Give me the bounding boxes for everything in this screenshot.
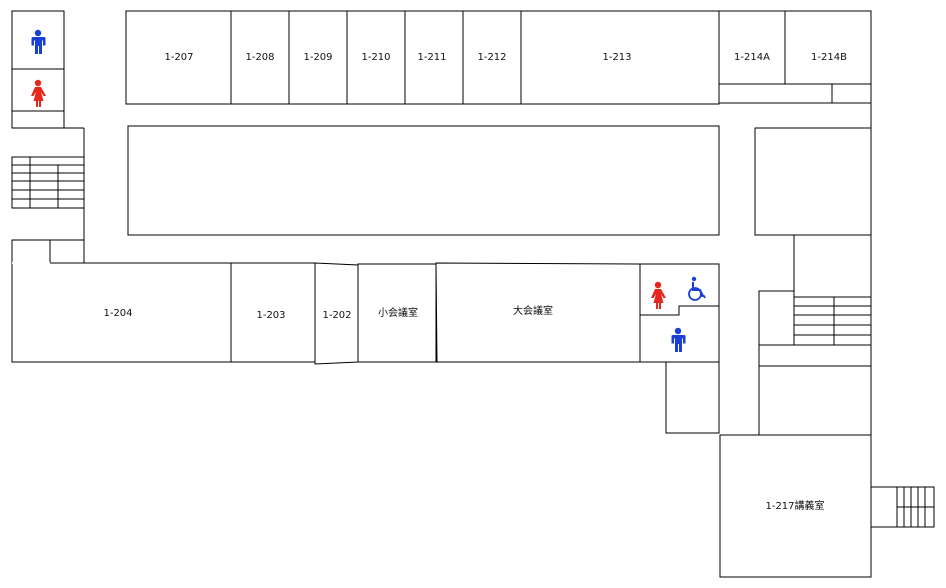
south-room-row: 1-204 1-203 1-202 小会議室 大会議室 xyxy=(11,239,641,365)
room-label-1-202: 1-202 xyxy=(322,310,351,321)
room-1-214a[interactable] xyxy=(718,10,786,85)
room-label-1-214b: 1-214B xyxy=(811,52,847,63)
room-label-1-207: 1-207 xyxy=(164,52,193,63)
room-label-large-meeting: 大会議室 xyxy=(513,304,553,317)
east-room-south xyxy=(758,365,872,436)
stairs-west xyxy=(11,156,85,209)
stairs-east xyxy=(793,296,872,346)
floor-plan-map: 1-207 1-208 1-209 1-210 1-211 1-212 1-21… xyxy=(11,10,935,578)
room-label-1-211: 1-211 xyxy=(417,52,446,63)
restroom-block-nw xyxy=(11,10,65,129)
room-1-204-nook xyxy=(11,239,51,264)
restroom-block-se xyxy=(639,263,720,363)
east-corridor-segment xyxy=(758,344,872,367)
east-room-north xyxy=(754,127,872,236)
stairs-southeast xyxy=(870,486,935,528)
east-room-small xyxy=(758,290,795,346)
storage-room-se xyxy=(665,361,720,434)
room-label-small-meeting: 小会議室 xyxy=(378,306,418,319)
room-1-214b[interactable] xyxy=(784,10,872,85)
courtyard xyxy=(127,125,720,236)
room-1-214-annex-east xyxy=(831,83,872,104)
room-label-1-209: 1-209 xyxy=(303,52,332,63)
room-1-214-annex xyxy=(718,83,833,104)
room-label-1-217: 1-217講義室 xyxy=(765,499,824,512)
room-label-1-203: 1-203 xyxy=(256,310,285,321)
room-label-1-214a: 1-214A xyxy=(734,52,770,63)
stairs-icon xyxy=(793,296,872,346)
east-wing: 1-217講義室 xyxy=(719,127,935,578)
north-room-row: 1-207 1-208 1-209 1-210 1-211 1-212 1-21… xyxy=(125,10,872,105)
storage-room-west xyxy=(49,239,85,264)
room-label-1-213: 1-213 xyxy=(602,52,631,63)
room-label-1-212: 1-212 xyxy=(477,52,506,63)
room-label-1-210: 1-210 xyxy=(361,52,390,63)
restroom-vestibule-nw xyxy=(11,110,65,129)
room-label-1-208: 1-208 xyxy=(245,52,274,63)
room-label-1-204: 1-204 xyxy=(103,308,132,319)
